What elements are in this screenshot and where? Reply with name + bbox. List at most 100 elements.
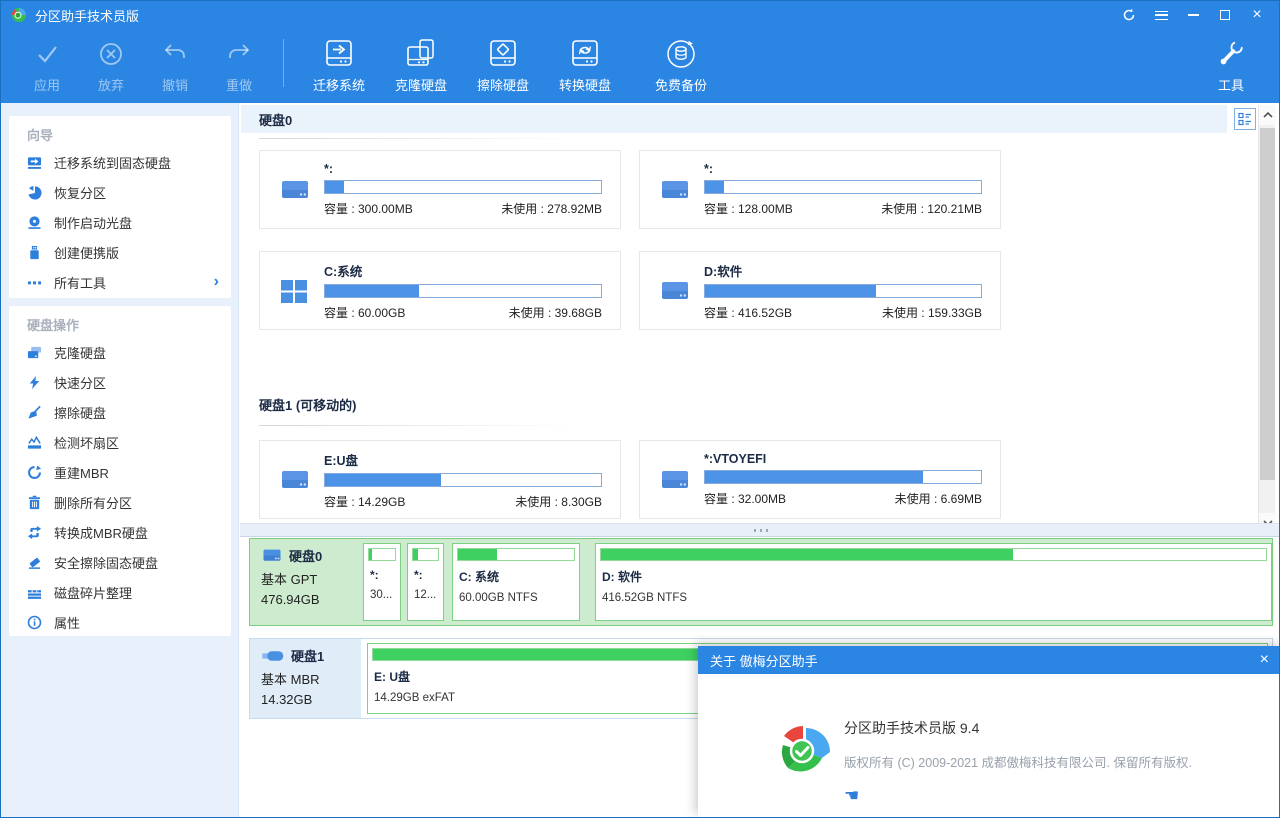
apply-button[interactable]: 应用	[15, 35, 79, 94]
tools-button[interactable]: 工具	[1199, 35, 1263, 94]
disk1-map-header[interactable]: 硬盘1 基本 MBR 14.32GB	[250, 639, 361, 718]
sidebar-item-wipe-disk[interactable]: 擦除硬盘	[9, 397, 231, 427]
partition-card[interactable]: E:U盘 容量 : 14.29GB未使用 : 8.30GB	[259, 440, 621, 519]
clone-disk-icon	[403, 35, 439, 73]
sidebar-item-convert-to-mbr[interactable]: 转换成MBR硬盘	[9, 517, 231, 547]
capacity-label: 容量 : 128.00MB	[704, 200, 793, 217]
capacity-fill	[705, 471, 923, 483]
capacity-fill	[325, 181, 344, 193]
divider	[259, 425, 579, 426]
app-logo-icon	[11, 7, 27, 23]
usage-bar	[368, 548, 396, 561]
partition-card[interactable]: *:VTOYEFI 容量 : 32.00MB 未使用 : 6.69MB	[639, 440, 1001, 519]
disk0-map-header[interactable]: 硬盘0 基本 GPT 476.94GB	[250, 539, 361, 625]
undo-button[interactable]: 撤销	[143, 35, 207, 94]
unused-label: 未使用 : 6.69MB	[895, 490, 982, 507]
free-backup-icon	[663, 35, 699, 73]
broom-icon	[27, 405, 42, 420]
sidebar-item-recover-partition[interactable]: 恢复分区	[9, 177, 231, 207]
sidebar-item-rebuild-mbr[interactable]: 重建MBR	[9, 457, 231, 487]
disk-name: 硬盘1	[291, 646, 324, 665]
usb-drive-icon	[261, 649, 285, 663]
sidebar-item-make-bootable-cd[interactable]: 制作启动光盘	[9, 207, 231, 237]
partition-block[interactable]: *: 30...	[363, 543, 401, 621]
partition-title: E:U盘	[324, 450, 602, 469]
discard-button[interactable]: 放弃	[79, 35, 143, 94]
sidebar-item-secure-erase-ssd[interactable]: 安全擦除固态硬盘	[9, 547, 231, 577]
disk0-map-row[interactable]: 硬盘0 基本 GPT 476.94GB *: 30... *: 12... C:…	[249, 538, 1273, 626]
about-dialog-body: 分区助手技术员版 9.4 版权所有 (C) 2009-2021 成都傲梅科技有限…	[698, 674, 1280, 818]
redo-icon	[225, 35, 253, 73]
sidebar-item-delete-all-partitions[interactable]: 删除所有分区	[9, 487, 231, 517]
usage-fill	[373, 649, 746, 660]
migrate-system-button[interactable]: 迁移系统	[298, 35, 380, 94]
partition-card[interactable]: C:系统 容量 : 60.00GB未使用 : 39.68GB	[259, 251, 621, 330]
splitter-handle[interactable]	[240, 523, 1279, 537]
unused-label: 未使用 : 120.21MB	[881, 200, 982, 217]
partition-block[interactable]: C: 系统 60.00GB NTFS	[452, 543, 580, 621]
usage-bar	[600, 548, 1267, 561]
capacity-fill	[705, 181, 724, 193]
drive-icon	[660, 467, 692, 493]
menu-icon[interactable]	[1153, 7, 1169, 23]
sidebar-item-check-bad-sectors[interactable]: 检测坏扇区	[9, 427, 231, 457]
clone-disk-icon	[27, 345, 42, 360]
clone-disk-button[interactable]: 克隆硬盘	[380, 35, 462, 94]
capacity-fill	[325, 474, 441, 486]
disk-type: 基本 GPT	[261, 569, 361, 588]
title-bar: 分区助手技术员版 ×	[1, 1, 1279, 29]
unused-label: 未使用 : 159.33GB	[882, 304, 982, 321]
redo-button[interactable]: 重做	[207, 35, 271, 94]
windows-logo-icon	[280, 278, 312, 304]
info-icon	[27, 615, 42, 630]
drive-icon	[660, 278, 692, 304]
partition-title: *:VTOYEFI	[704, 452, 982, 466]
sidebar-item-all-tools[interactable]: 所有工具 ›	[9, 267, 231, 297]
divider	[259, 138, 579, 139]
capacity-bar	[704, 470, 982, 484]
dialog-close-button[interactable]: ×	[1260, 651, 1269, 669]
partition-card[interactable]: *: 容量 : 300.00MB未使用 : 278.92MB	[259, 150, 621, 229]
wipe-disk-button[interactable]: 擦除硬盘	[462, 35, 544, 94]
close-button[interactable]: ×	[1249, 7, 1265, 23]
capacity-bar	[704, 284, 982, 298]
convert-disk-button[interactable]: 转换硬盘	[544, 35, 626, 94]
check-icon	[33, 35, 61, 73]
lightning-icon	[27, 375, 42, 390]
free-backup-button[interactable]: 免费备份	[640, 35, 722, 94]
scroll-up-button[interactable]	[1259, 105, 1276, 125]
sidebar-item-clone-disk[interactable]: 克隆硬盘	[9, 337, 231, 367]
partition-block[interactable]: D: 软件 416.52GB NTFS	[595, 543, 1272, 621]
sidebar-item-quick-partition[interactable]: 快速分区	[9, 367, 231, 397]
partition-title: C:系统	[324, 261, 602, 280]
refresh-icon[interactable]	[1121, 7, 1137, 23]
sidebar-item-migrate-to-ssd[interactable]: 迁移系统到固态硬盘	[9, 147, 231, 177]
cancel-circle-icon	[97, 35, 125, 73]
sidebar-item-disk-defrag[interactable]: 磁盘碎片整理	[9, 577, 231, 607]
partition-card[interactable]: D:软件 容量 : 416.52GB未使用 : 159.33GB	[639, 251, 1001, 330]
partition-block[interactable]: *: 12...	[407, 543, 444, 621]
minimize-button[interactable]	[1185, 7, 1201, 23]
migrate-system-icon	[321, 35, 357, 73]
disk-operations-section-title: 硬盘操作	[9, 306, 231, 337]
sidebar-item-create-portable[interactable]: 创建便携版	[9, 237, 231, 267]
scrollbar[interactable]	[1258, 105, 1275, 533]
hand-cursor-icon[interactable]: ☚	[844, 786, 859, 806]
usb-portable-icon	[27, 245, 42, 260]
convert-disk-icon	[567, 35, 603, 73]
about-dialog-title: 关于 傲梅分区助手	[710, 651, 818, 670]
scrollbar-thumb[interactable]	[1260, 128, 1275, 480]
maximize-button[interactable]	[1217, 7, 1233, 23]
bootable-disc-icon	[27, 215, 42, 230]
eraser-icon	[27, 555, 42, 570]
wipe-disk-icon	[485, 35, 521, 73]
partition-card[interactable]: *: 容量 : 128.00MB未使用 : 120.21MB	[639, 150, 1001, 229]
view-mode-icon[interactable]	[1234, 108, 1256, 130]
usage-fill	[458, 549, 497, 560]
window-title: 分区助手技术员版	[35, 6, 139, 25]
all-tools-icon	[27, 275, 42, 290]
toolbar-separator	[283, 39, 284, 87]
disk-size: 14.32GB	[261, 692, 361, 707]
sidebar-item-properties[interactable]: 属性	[9, 607, 231, 637]
capacity-label: 容量 : 32.00MB	[704, 490, 786, 507]
